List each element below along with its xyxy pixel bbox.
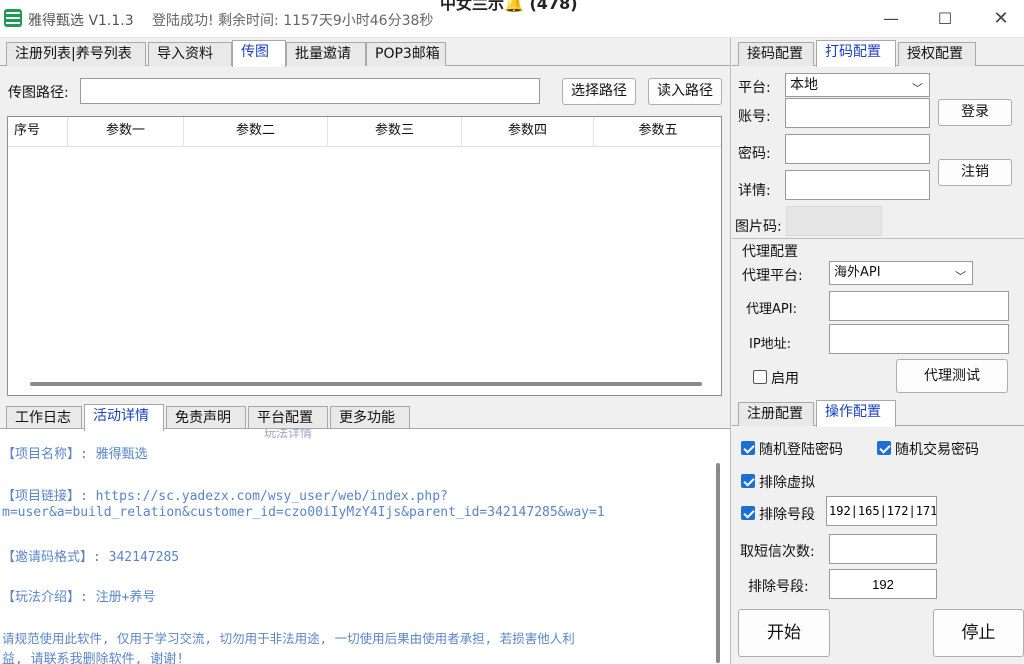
exclude-segment-label: 排除号段 bbox=[759, 507, 815, 523]
pane-divider bbox=[730, 38, 731, 664]
grid-column-header[interactable]: 参数三 bbox=[328, 117, 462, 147]
logout-button[interactable]: 注销 bbox=[938, 159, 1012, 186]
password-label: 密码: bbox=[738, 146, 771, 162]
account-input[interactable] bbox=[785, 98, 930, 128]
log-project-link-cont: m=user&a=build_relation&customer_id=czo0… bbox=[2, 505, 605, 520]
read-path-button[interactable]: 读入路径 bbox=[648, 78, 722, 105]
main-tabbar: 注册列表|养号列表 导入资料 传图 批量邀请 POP3邮箱 bbox=[0, 40, 730, 67]
tab-sms-config[interactable]: 接码配置 bbox=[738, 42, 814, 66]
tab-captcha-config[interactable]: 打码配置 bbox=[816, 40, 896, 67]
captcha-platform-select[interactable]: 本地 ﹀ bbox=[785, 73, 930, 97]
random-login-pwd-checkbox[interactable] bbox=[741, 441, 755, 455]
select-path-button[interactable]: 选择路径 bbox=[562, 78, 636, 105]
captcha-platform-label: 平台: bbox=[738, 80, 771, 96]
detail-input[interactable] bbox=[785, 170, 930, 200]
captcha-platform-value: 本地 bbox=[790, 77, 818, 93]
tab-register-list[interactable]: 注册列表|养号列表 bbox=[6, 42, 146, 66]
app-logo-icon bbox=[4, 9, 22, 27]
tab-pop3-mail[interactable]: POP3邮箱 bbox=[366, 42, 446, 66]
log-project-name: 【项目名称】: 雅得甄选 bbox=[2, 447, 148, 462]
stop-button[interactable]: 停止 bbox=[933, 609, 1024, 657]
tab-activity-details[interactable]: 活动详情 bbox=[84, 404, 164, 431]
proxy-api-label: 代理API: bbox=[746, 302, 797, 317]
upload-path-label: 传图路径: bbox=[8, 85, 69, 101]
grid-column-header[interactable]: 参数一 bbox=[68, 117, 184, 147]
ip-address-input[interactable] bbox=[829, 324, 1009, 354]
activity-details-panel: 玩法详情 【项目名称】: 雅得甄选 【项目链接】: https://sc.yad… bbox=[0, 428, 730, 664]
random-trade-pwd-label: 随机交易密码 bbox=[895, 442, 979, 458]
upload-path-input[interactable] bbox=[80, 78, 540, 104]
proxy-test-button[interactable]: 代理测试 bbox=[896, 359, 1008, 393]
log-notice-cont: 益, 请联系我删除软件, 谢谢! bbox=[2, 652, 185, 664]
tab-register-config[interactable]: 注册配置 bbox=[738, 402, 814, 426]
tab-batch-invite[interactable]: 批量邀请 bbox=[286, 42, 366, 66]
log-project-link: 【项目链接】: https://sc.yadezx.com/wsy_user/w… bbox=[2, 489, 448, 504]
proxy-group-divider bbox=[732, 238, 1024, 239]
grid-horizontal-scrollbar[interactable] bbox=[30, 382, 702, 386]
ghost-tab-label: 玩法详情 bbox=[264, 428, 313, 440]
log-invite-code: 【邀请码格式】: 342147285 bbox=[2, 550, 180, 565]
tab-work-log[interactable]: 工作日志 bbox=[6, 406, 82, 430]
image-code-display bbox=[786, 206, 882, 236]
grid-column-header[interactable]: 参数四 bbox=[462, 117, 594, 147]
chevron-down-icon: ﹀ bbox=[955, 270, 966, 283]
tab-disclaimer[interactable]: 免责声明 bbox=[166, 406, 246, 430]
proxy-platform-value: 海外API bbox=[834, 265, 881, 280]
account-label: 账号: bbox=[738, 109, 771, 125]
tab-import-data[interactable]: 导入资料 bbox=[148, 42, 232, 66]
log-tabbar: 工作日志 活动详情 免责声明 平台配置 更多功能 bbox=[0, 404, 730, 431]
minimize-button[interactable]: — bbox=[880, 8, 902, 30]
exclude-segment2-label: 排除号段: bbox=[748, 579, 809, 595]
log-notice: 请规范使用此软件, 仅用于学习交流, 切勿用于非法用途, 一切使用后果由使用者承… bbox=[2, 631, 575, 646]
log-play-intro: 【玩法介绍】: 注册+养号 bbox=[2, 590, 156, 605]
exclude-segment-input[interactable] bbox=[826, 496, 937, 526]
proxy-group-title: 代理配置 bbox=[742, 244, 798, 260]
tab-more-functions[interactable]: 更多功能 bbox=[330, 406, 410, 430]
proxy-platform-label: 代理平台: bbox=[742, 268, 803, 284]
tab-license-config[interactable]: 授权配置 bbox=[898, 42, 976, 66]
tab-upload-image[interactable]: 传图 bbox=[232, 40, 286, 67]
random-trade-pwd-checkbox[interactable] bbox=[877, 441, 891, 455]
detail-label: 详情: bbox=[738, 183, 771, 199]
image-code-label: 图片码: bbox=[735, 219, 782, 235]
start-button[interactable]: 开始 bbox=[738, 609, 830, 657]
random-login-pwd-label: 随机登陆密码 bbox=[759, 442, 843, 458]
sms-count-input[interactable] bbox=[829, 534, 937, 564]
proxy-api-input[interactable] bbox=[829, 291, 1009, 321]
config-tabbar: 接码配置 打码配置 授权配置 bbox=[732, 40, 1024, 67]
tab-platform-config[interactable]: 平台配置 bbox=[248, 406, 328, 430]
password-input[interactable] bbox=[785, 134, 930, 164]
maximize-button[interactable]: ☐ bbox=[934, 8, 956, 30]
window-title: 雅得甄选 V1.1.3 bbox=[28, 13, 134, 29]
exclude-segment-checkbox[interactable] bbox=[741, 506, 755, 520]
data-grid[interactable]: 序号 参数一 参数二 参数三 参数四 参数五 bbox=[7, 116, 722, 396]
exclude-virtual-checkbox[interactable] bbox=[741, 474, 755, 488]
login-button[interactable]: 登录 bbox=[938, 99, 1012, 126]
chevron-down-icon: ﹀ bbox=[912, 82, 923, 95]
title-bar: 雅得甄选 V1.1.3 登陆成功! 剩余时间: 1157天9小时46分38秒 中… bbox=[0, 0, 1024, 38]
ops-tabbar: 注册配置 操作配置 bbox=[732, 400, 1024, 427]
proxy-enable-checkbox[interactable] bbox=[753, 370, 767, 384]
close-button[interactable]: ✕ bbox=[990, 8, 1012, 30]
tab-operation-config[interactable]: 操作配置 bbox=[816, 400, 896, 427]
grid-column-header[interactable]: 参数五 bbox=[594, 117, 722, 147]
grid-column-header[interactable]: 参数二 bbox=[184, 117, 328, 147]
ip-address-label: IP地址: bbox=[749, 337, 792, 352]
sms-count-label: 取短信次数: bbox=[740, 544, 815, 560]
exclude-virtual-label: 排除虚拟 bbox=[759, 475, 815, 491]
login-status: 登陆成功! 剩余时间: 1157天9小时46分38秒 bbox=[152, 13, 434, 29]
background-window-text: 中女兰示🔔 (478) bbox=[440, 0, 578, 13]
proxy-platform-select[interactable]: 海外API ﹀ bbox=[829, 261, 973, 285]
grid-header: 序号 参数一 参数二 参数三 参数四 参数五 bbox=[8, 117, 721, 147]
exclude-segment2-input[interactable] bbox=[829, 569, 937, 599]
log-vertical-scrollbar[interactable] bbox=[716, 463, 720, 663]
proxy-enable-label: 启用 bbox=[771, 371, 799, 387]
grid-column-header[interactable]: 序号 bbox=[8, 117, 68, 147]
